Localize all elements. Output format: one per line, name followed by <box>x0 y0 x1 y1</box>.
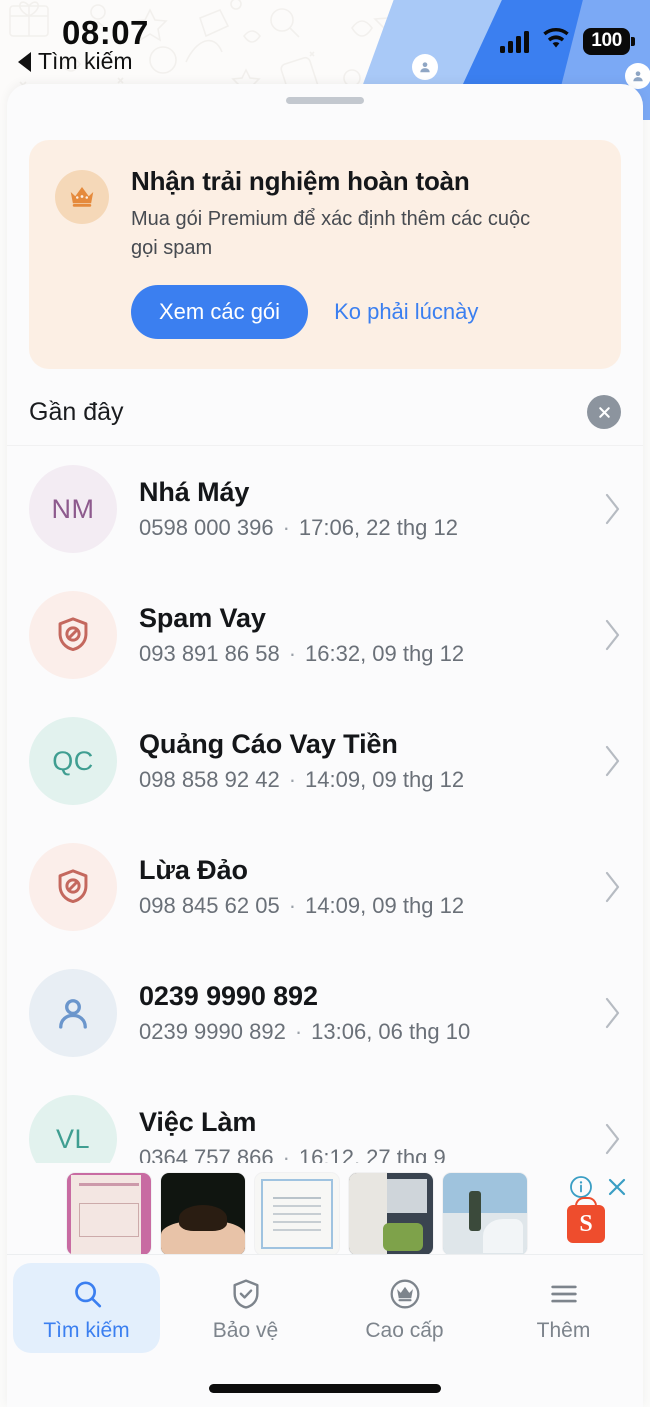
shield-block-icon <box>29 591 117 679</box>
recent-call-row[interactable]: QC Quảng Cáo Vay Tiền 098 858 92 42 · 14:09,… <box>7 698 643 824</box>
view-plans-button[interactable]: Xem các gói <box>131 285 309 339</box>
recent-call-meta: 0239 9990 892 · 13:06, 06 thg 10 <box>139 1019 579 1045</box>
ad-banner[interactable]: S <box>7 1163 643 1255</box>
bottom-sheet: Nhận trải nghiệm hoàn toàn Mua gói Premi… <box>7 84 643 1407</box>
recent-call-phone: 098 858 92 42 <box>139 767 280 792</box>
recent-call-phone: 0239 9990 892 <box>139 1019 286 1044</box>
avatar-initials: QC <box>29 717 117 805</box>
recent-call-meta: 0598 000 396 · 17:06, 22 thg 12 <box>139 515 579 541</box>
recent-call-info: Nhá Máy 0598 000 396 · 17:06, 22 thg 12 <box>139 477 579 541</box>
chevron-right-icon[interactable] <box>601 869 623 905</box>
tab-label: Cao cấp <box>365 1319 444 1342</box>
recent-call-time: 14:09, 09 thg 12 <box>305 893 465 918</box>
ad-thumbnail[interactable] <box>67 1173 151 1254</box>
meta-separator: · <box>282 515 290 540</box>
crown-icon <box>70 187 94 207</box>
phone-screen: 08:07 Tìm kiếm 100 Nhận trải nghiệm hoàn… <box>0 0 650 1407</box>
recent-call-info: 0239 9990 892 0239 9990 892 · 13:06, 06 thg… <box>139 981 579 1045</box>
person-icon <box>29 969 117 1057</box>
chevron-right-icon[interactable] <box>601 617 623 653</box>
clear-recent-button[interactable] <box>587 395 621 429</box>
recent-call-row[interactable]: Spam Vay 093 891 86 58 · 16:32, 09 thg 12 <box>7 572 643 698</box>
recent-section-header: Gần đây <box>7 395 643 446</box>
recent-call-time: 16:32, 09 thg 12 <box>305 641 465 666</box>
search-icon <box>70 1275 104 1313</box>
avatar-initials: NM <box>29 465 117 553</box>
recent-call-name: Nhá Máy <box>139 477 250 507</box>
recent-call-phone: 098 845 62 05 <box>139 893 280 918</box>
chevron-right-icon[interactable] <box>601 743 623 779</box>
recent-call-time: 14:09, 09 thg 12 <box>305 767 465 792</box>
tab-bao-ve[interactable]: Bảo vệ <box>172 1263 319 1353</box>
premium-banner-body: Nhận trải nghiệm hoàn toàn Mua gói Premi… <box>131 166 595 339</box>
bottom-tab-bar: Tìm kiếm Bảo vệ Cao cấp Thêm <box>7 1255 643 1407</box>
ad-thumbnail[interactable] <box>161 1173 245 1254</box>
status-bar-clock: 08:07 <box>62 14 149 51</box>
recent-call-row[interactable]: 0239 9990 892 0239 9990 892 · 13:06, 06 thg… <box>7 950 643 1076</box>
recent-call-meta: 098 858 92 42 · 14:09, 09 thg 12 <box>139 767 579 793</box>
recent-call-row[interactable]: NM Nhá Máy 0598 000 396 · 17:06, 22 thg 12 <box>7 446 643 572</box>
shopee-bag-icon[interactable]: S <box>567 1205 605 1243</box>
shield-check-icon <box>229 1275 263 1313</box>
premium-banner-actions: Xem các gói Ko phải lúcnày <box>131 285 595 339</box>
chevron-right-icon[interactable] <box>601 1121 623 1157</box>
shield-block-icon <box>29 843 117 931</box>
recent-call-info: Spam Vay 093 891 86 58 · 16:32, 09 thg 12 <box>139 603 579 667</box>
recent-calls-list: NM Nhá Máy 0598 000 396 · 17:06, 22 thg 12 Sp… <box>7 446 643 1202</box>
back-link-label: Tìm kiếm <box>38 48 133 74</box>
premium-promo-banner: Nhận trải nghiệm hoàn toàn Mua gói Premi… <box>29 140 621 369</box>
recent-call-info: Lừa Đảo 098 845 62 05 · 14:09, 09 thg 12 <box>139 855 579 919</box>
recent-call-name: Spam Vay <box>139 603 266 633</box>
recent-call-info: Quảng Cáo Vay Tiền 098 858 92 42 · 14:09, 0… <box>139 729 579 793</box>
recent-call-row[interactable]: Lừa Đảo 098 845 62 05 · 14:09, 09 thg 12 <box>7 824 643 950</box>
meta-separator: · <box>294 1019 303 1044</box>
chevron-right-icon[interactable] <box>601 491 623 527</box>
tab-tim-kiem[interactable]: Tìm kiếm <box>13 1263 160 1353</box>
info-icon[interactable] <box>569 1175 593 1199</box>
ad-thumbnail[interactable] <box>255 1173 339 1254</box>
ad-thumbnail[interactable] <box>349 1173 433 1254</box>
premium-crown-badge <box>55 170 109 224</box>
recent-call-phone: 093 891 86 58 <box>139 641 280 666</box>
battery-indicator: 100 <box>583 28 635 55</box>
recent-call-name: Lừa Đảo <box>139 855 248 885</box>
back-arrow-icon <box>18 51 31 72</box>
sheet-drag-handle[interactable] <box>286 97 364 104</box>
ad-icon-row <box>569 1175 629 1199</box>
tab-label: Bảo vệ <box>212 1319 279 1342</box>
recent-call-name: Việc Làm <box>139 1107 257 1137</box>
recent-section-title: Gần đây <box>29 397 124 426</box>
recent-call-name: Quảng Cáo Vay Tiền <box>139 729 398 759</box>
recent-call-time: 17:06, 22 thg 12 <box>298 515 458 540</box>
tab-label: Thêm <box>536 1319 591 1342</box>
tab-label: Tìm kiếm <box>43 1319 130 1342</box>
wifi-icon <box>542 27 570 55</box>
tab-them[interactable]: Thêm <box>490 1263 637 1353</box>
ad-controls: S <box>567 1175 629 1243</box>
premium-banner-subtitle: Mua gói Premium để xác định thêm các cuộ… <box>131 208 531 259</box>
meta-separator: · <box>288 767 297 792</box>
recent-call-meta: 098 845 62 05 · 14:09, 09 thg 12 <box>139 893 579 919</box>
recent-call-meta: 093 891 86 58 · 16:32, 09 thg 12 <box>139 641 579 667</box>
meta-separator: · <box>288 641 297 666</box>
close-icon <box>598 406 610 418</box>
recent-call-phone: 0598 000 396 <box>139 515 274 540</box>
recent-call-name: 0239 9990 892 <box>139 981 318 1011</box>
recent-call-time: 13:06, 06 thg 10 <box>311 1019 471 1044</box>
premium-banner-title: Nhận trải nghiệm hoàn toàn <box>131 166 470 196</box>
chevron-right-icon[interactable] <box>601 995 623 1031</box>
recent-call-info: Việc Làm 0364 757 866 · 16:12, 27 thg 9 <box>139 1107 579 1171</box>
home-indicator <box>209 1384 441 1393</box>
tab-cao-cap[interactable]: Cao cấp <box>331 1263 478 1353</box>
ad-thumbnail[interactable] <box>443 1173 527 1254</box>
ad-close-icon[interactable] <box>605 1175 629 1199</box>
crown-circle-icon <box>388 1275 422 1313</box>
meta-separator: · <box>288 893 297 918</box>
cellular-signal-icon <box>500 30 530 53</box>
hamburger-icon <box>547 1275 581 1313</box>
status-bar-icons: 100 <box>500 27 635 55</box>
back-to-app-link[interactable]: Tìm kiếm <box>18 48 133 75</box>
dismiss-promo-button[interactable]: Ko phải lúcnày <box>328 293 484 331</box>
status-bar: 08:07 Tìm kiếm 100 <box>0 0 650 86</box>
